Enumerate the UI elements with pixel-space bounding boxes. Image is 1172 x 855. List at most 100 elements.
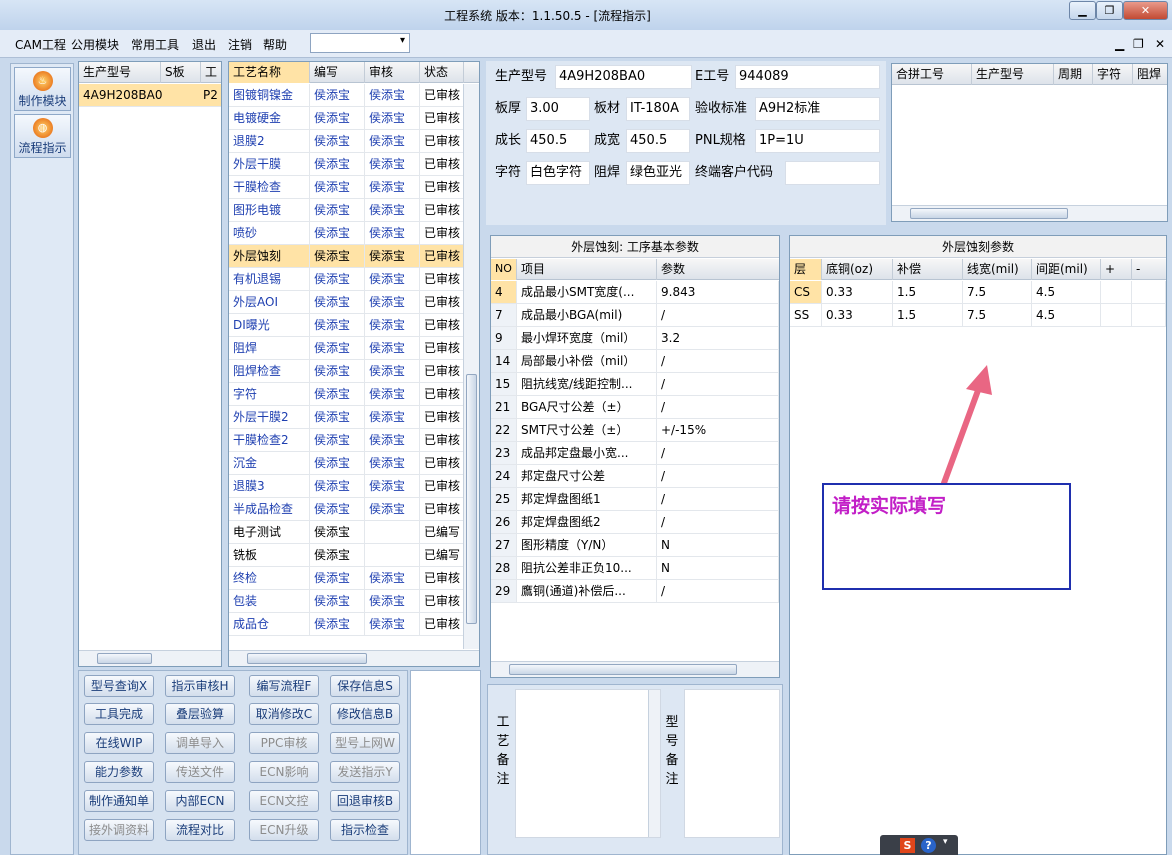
help-icon[interactable]: ? xyxy=(921,838,936,853)
material-field[interactable]: IT-180A xyxy=(626,97,690,121)
action-button-4-3[interactable]: 回退审核B xyxy=(330,790,400,812)
model-field[interactable]: 4A9H208BA0 xyxy=(555,65,692,89)
col-item[interactable]: 项目 xyxy=(517,259,657,280)
etch-row[interactable]: SS 0.33 1.5 7.5 4.5 xyxy=(790,304,1166,327)
process-row[interactable]: 沉金 侯添宝 侯添宝 已审核 xyxy=(229,452,464,475)
mdi-restore-button[interactable]: ❐ xyxy=(1133,37,1144,51)
model-hscroll[interactable] xyxy=(79,650,221,666)
menu-cam[interactable]: CAM工程 xyxy=(15,36,66,53)
length-field[interactable]: 450.5 xyxy=(526,129,590,153)
action-button-0-1[interactable]: 指示审核H xyxy=(165,675,235,697)
col-reviewer[interactable]: 审核 xyxy=(365,62,420,83)
customer-code-field[interactable] xyxy=(785,161,880,185)
param-row[interactable]: 7 成品最小BGA(mil) / xyxy=(491,304,779,327)
action-button-5-0[interactable]: 接外调资料 xyxy=(84,819,154,841)
action-button-0-2[interactable]: 编写流程F xyxy=(249,675,319,697)
col-writer[interactable]: 编写 xyxy=(310,62,365,83)
action-button-3-3[interactable]: 发送指示Y xyxy=(330,761,400,783)
accept-std-field[interactable]: A9H2标准 xyxy=(755,97,880,121)
menu-public-module[interactable]: 公用模块 xyxy=(71,36,119,53)
col-layer[interactable]: 层 xyxy=(790,259,822,280)
app-s-icon[interactable]: S xyxy=(900,838,915,853)
col-compensation[interactable]: 补偿 xyxy=(893,259,963,280)
char-field[interactable]: 白色字符 xyxy=(526,161,590,185)
model-row[interactable]: 4A9H208BA0 P2 xyxy=(79,84,221,107)
scroll-thumb[interactable] xyxy=(509,664,737,675)
etch-row[interactable]: CS 0.33 1.5 7.5 4.5 xyxy=(790,281,1166,304)
mdi-close-button[interactable]: ✕ xyxy=(1155,37,1165,51)
remark-vscroll[interactable] xyxy=(648,690,660,837)
pnl-field[interactable]: 1P=1U xyxy=(755,129,880,153)
col-process-name[interactable]: 工艺名称 xyxy=(229,62,310,83)
action-button-3-0[interactable]: 能力参数 xyxy=(84,761,154,783)
param-row[interactable]: 27 图形精度（Y/N） N xyxy=(491,534,779,557)
action-button-3-2[interactable]: ECN影响 xyxy=(249,761,319,783)
process-row[interactable]: 干膜检查 侯添宝 侯添宝 已审核 xyxy=(229,176,464,199)
process-row[interactable]: 电镀硬金 侯添宝 侯添宝 已审核 xyxy=(229,107,464,130)
param-row[interactable]: 4 成品最小SMT宽度(... 9.843 xyxy=(491,281,779,304)
scroll-thumb[interactable] xyxy=(247,653,367,664)
menu-logout[interactable]: 注销 xyxy=(228,36,252,53)
param-row[interactable]: 23 成品邦定盘最小宽... / xyxy=(491,442,779,465)
scroll-thumb[interactable] xyxy=(910,208,1068,219)
col-soldermask[interactable]: 阻焊 xyxy=(1133,64,1168,85)
model-remark-textarea[interactable] xyxy=(684,689,780,838)
add-layer-button[interactable]: + xyxy=(1101,259,1132,280)
param-row[interactable]: 22 SMT尺寸公差（±） +/-15% xyxy=(491,419,779,442)
close-button[interactable]: ✕ xyxy=(1123,1,1168,20)
nav-flow-guide[interactable]: ◍ 流程指示 xyxy=(14,114,71,158)
menu-common-tools[interactable]: 常用工具 xyxy=(131,36,179,53)
process-row[interactable]: 阻焊检查 侯添宝 侯添宝 已审核 xyxy=(229,360,464,383)
menu-exit[interactable]: 退出 xyxy=(192,36,216,53)
param-row[interactable]: 26 邦定焊盘图纸2/ xyxy=(491,511,779,534)
col-spacing[interactable]: 间距(mil) xyxy=(1032,259,1101,280)
param-row[interactable]: 25 邦定焊盘图纸1/ xyxy=(491,488,779,511)
process-row[interactable]: 干膜检查2 侯添宝 侯添宝 已审核 xyxy=(229,429,464,452)
combine-hscroll[interactable] xyxy=(892,205,1167,221)
process-row[interactable]: 阻焊 侯添宝 侯添宝 已审核 xyxy=(229,337,464,360)
process-row[interactable]: 图形电镀 侯添宝 侯添宝 已审核 xyxy=(229,199,464,222)
process-row[interactable]: 终检 侯添宝 侯添宝 已审核 xyxy=(229,567,464,590)
process-row[interactable]: 退膜3 侯添宝 侯添宝 已审核 xyxy=(229,475,464,498)
process-row[interactable]: 喷砂 侯添宝 侯添宝 已审核 xyxy=(229,222,464,245)
process-row[interactable]: 外层蚀刻 侯添宝 侯添宝 已审核 xyxy=(229,245,464,268)
action-button-1-3[interactable]: 修改信息B xyxy=(330,703,400,725)
process-row[interactable]: 外层干膜 侯添宝 侯添宝 已审核 xyxy=(229,153,464,176)
col-char[interactable]: 字符 xyxy=(1093,64,1133,85)
chevron-icon[interactable]: ▾ xyxy=(943,837,948,847)
col-combine-model[interactable]: 生产型号 xyxy=(972,64,1054,85)
menu-help[interactable]: 帮助 xyxy=(263,36,287,53)
scroll-thumb[interactable] xyxy=(97,653,152,664)
action-button-4-0[interactable]: 制作通知单 xyxy=(84,790,154,812)
action-button-2-0[interactable]: 在线WIP xyxy=(84,732,154,754)
action-button-5-1[interactable]: 流程对比 xyxy=(165,819,235,841)
toolbar-combo[interactable]: ▾ xyxy=(310,33,410,53)
action-button-1-2[interactable]: 取消修改C xyxy=(249,703,319,725)
action-button-3-1[interactable]: 传送文件 xyxy=(165,761,235,783)
action-button-5-3[interactable]: 指示检查 xyxy=(330,819,400,841)
col-period[interactable]: 周期 xyxy=(1054,64,1093,85)
action-button-2-2[interactable]: PPC审核 xyxy=(249,732,319,754)
process-row[interactable]: 半成品检查 侯添宝 侯添宝 已审核 xyxy=(229,498,464,521)
action-button-1-0[interactable]: 工具完成 xyxy=(84,703,154,725)
process-row[interactable]: 电子测试 侯添宝 已编写 xyxy=(229,521,464,544)
process-row[interactable]: 有机退锡 侯添宝 侯添宝 已审核 xyxy=(229,268,464,291)
process-row[interactable]: 铣板 侯添宝 已编写 xyxy=(229,544,464,567)
param-row[interactable]: 15 阻抗线宽/线距控制... / xyxy=(491,373,779,396)
param-row[interactable]: 14 局部最小补偿（mil） / xyxy=(491,350,779,373)
process-hscroll[interactable] xyxy=(229,650,479,666)
action-button-4-1[interactable]: 内部ECN xyxy=(165,790,235,812)
col-no[interactable]: NO xyxy=(491,259,517,280)
action-button-0-3[interactable]: 保存信息S xyxy=(330,675,400,697)
process-vscroll[interactable] xyxy=(463,84,479,649)
param-row[interactable]: 24 邦定盘尺寸公差 / xyxy=(491,465,779,488)
nav-make-module[interactable]: ♨ 制作模块 xyxy=(14,67,71,111)
eng-no-field[interactable]: 944089 xyxy=(735,65,880,89)
col-combine-no[interactable]: 合拼工号 xyxy=(892,64,972,85)
chevron-down-icon[interactable]: ▾ xyxy=(400,35,405,46)
param-row[interactable]: 9 最小焊环宽度（mil） 3.2 xyxy=(491,327,779,350)
action-button-2-1[interactable]: 调单导入 xyxy=(165,732,235,754)
maximize-button[interactable]: ❐ xyxy=(1096,1,1123,20)
process-row[interactable]: 外层干膜2 侯添宝 侯添宝 已审核 xyxy=(229,406,464,429)
process-row[interactable]: 外层AOI 侯添宝 侯添宝 已审核 xyxy=(229,291,464,314)
